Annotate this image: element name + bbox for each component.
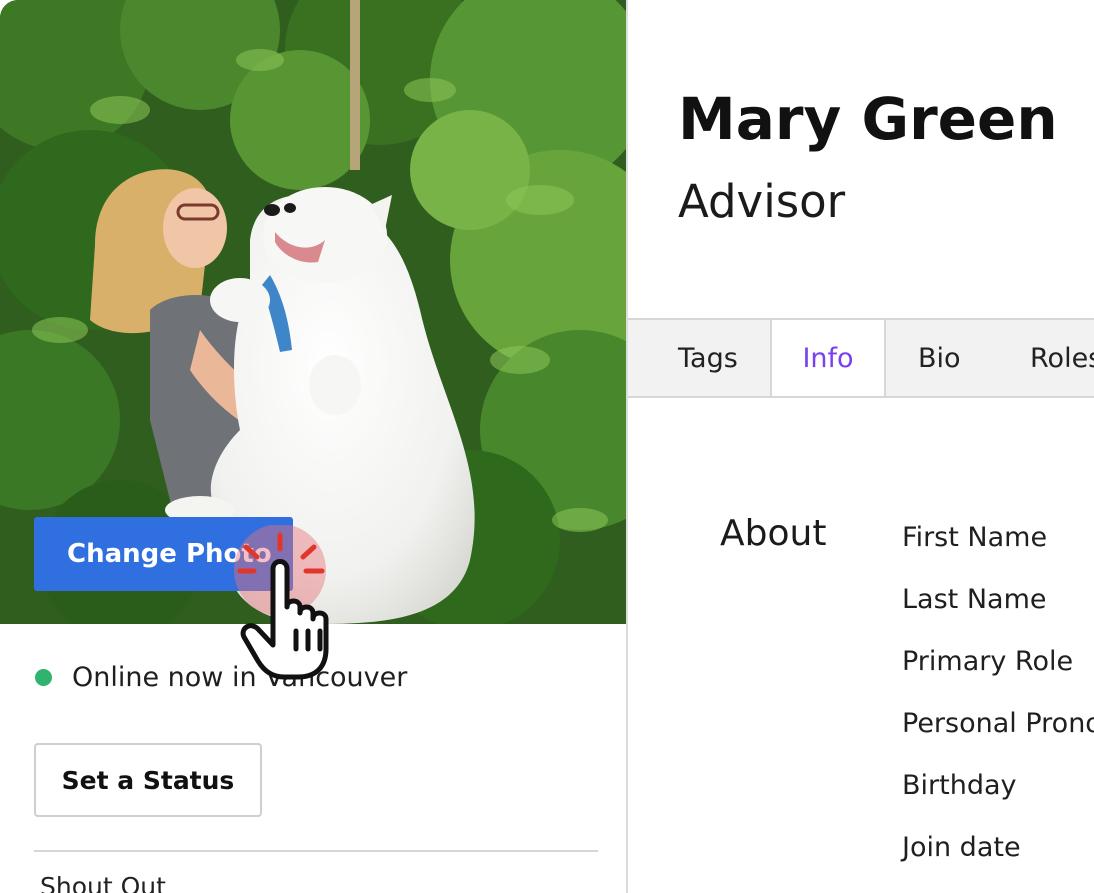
field-last-name: Last Name bbox=[902, 584, 1047, 615]
change-photo-button[interactable]: Change Photo bbox=[34, 517, 293, 591]
profile-sidebar: Change Photo Online now in Vancouver Set… bbox=[0, 0, 628, 893]
profile-tabs: Tags Info Bio Roles bbox=[628, 318, 1094, 398]
tab-bio[interactable]: Bio bbox=[918, 320, 961, 396]
tab-roles[interactable]: Roles bbox=[1030, 320, 1094, 396]
profile-name: Mary Green bbox=[678, 85, 1058, 153]
online-dot-icon bbox=[35, 668, 52, 686]
tab-tags[interactable]: Tags bbox=[678, 320, 738, 396]
field-primary-role: Primary Role bbox=[902, 646, 1074, 677]
section-divider bbox=[34, 850, 598, 852]
set-status-button[interactable]: Set a Status bbox=[34, 743, 262, 817]
field-birthday: Birthday bbox=[902, 770, 1017, 801]
field-personal-pronouns: Personal Pronouns bbox=[902, 708, 1094, 739]
field-first-name: First Name bbox=[902, 522, 1048, 553]
online-status-text: Online now in Vancouver bbox=[72, 661, 408, 693]
profile-page: Change Photo Online now in Vancouver Set… bbox=[0, 0, 1094, 893]
profile-main: Mary Green Advisor Tags Info Bio Roles A… bbox=[628, 0, 1094, 893]
shout-out-label[interactable]: Shout Out bbox=[40, 872, 166, 893]
about-heading: About bbox=[720, 513, 827, 554]
profile-role: Advisor bbox=[678, 175, 846, 228]
online-status: Online now in Vancouver bbox=[35, 659, 407, 695]
field-join-date: Join date bbox=[902, 832, 1021, 863]
tab-info[interactable]: Info bbox=[770, 320, 886, 396]
about-fields: First Name Last Name Primary Role Person… bbox=[902, 518, 1094, 890]
